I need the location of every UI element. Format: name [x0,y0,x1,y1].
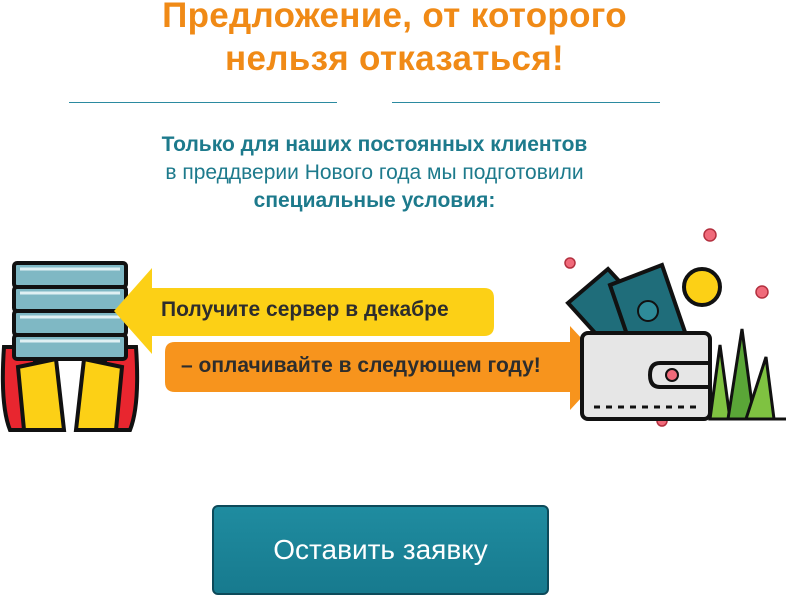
page-title-line1: Предложение, от которого [162,0,627,35]
page-title: Предложение, от которого нельзя отказать… [0,0,789,80]
offer-description: Только для наших постоянных клиентов в п… [0,131,749,215]
divider-left [69,102,337,103]
wallet-money-icon [564,228,786,427]
subtitle-line3: специальные условия: [253,189,496,212]
submit-request-button[interactable]: Оставить заявку [212,505,549,595]
page-title-line2: нельзя отказаться! [225,39,564,78]
arrow-label-left: Получите сервер в декабре [161,298,449,321]
subtitle-line2: в преддверии Нового года мы подготовили [165,161,584,184]
divider-right [392,102,660,103]
subtitle-line1: Только для наших постоянных клиентов [161,133,588,156]
arrow-label-right: – оплачивайте в следующем году! [181,354,541,377]
